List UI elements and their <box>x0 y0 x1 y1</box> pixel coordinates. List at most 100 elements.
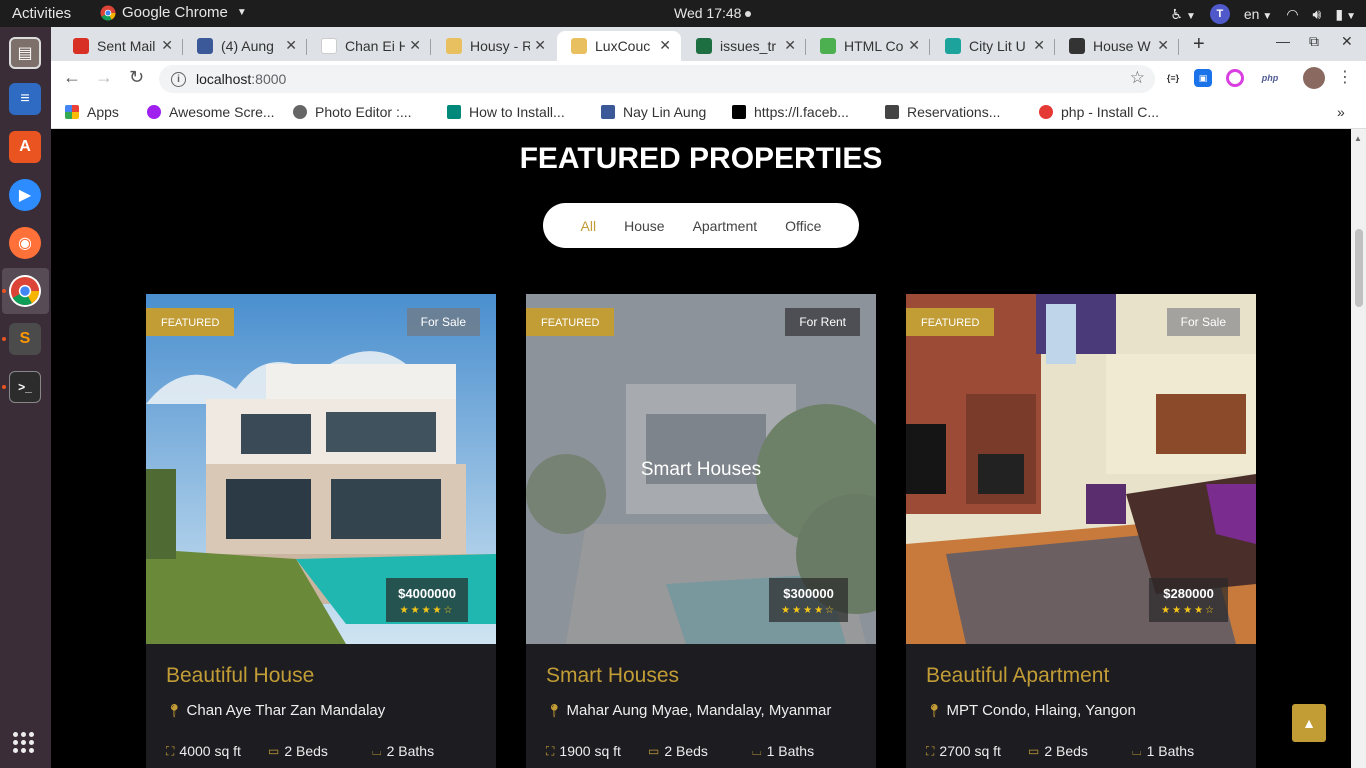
bookmark-3[interactable]: Photo Editor :... <box>293 104 412 120</box>
bookmark-7[interactable]: Reservations... <box>885 104 1000 120</box>
color-picker-icon[interactable] <box>1226 69 1244 87</box>
facebook-icon <box>601 105 615 119</box>
tab-7[interactable]: HTML Co ✕ <box>806 31 930 61</box>
minimize-button[interactable]: — <box>1276 33 1290 49</box>
bookmark-8[interactable]: php - Install C... <box>1039 104 1159 120</box>
area-icon: ⛶ <box>546 743 555 758</box>
photo-editor-icon <box>293 105 307 119</box>
scroll-to-top-button[interactable]: ▲ <box>1292 704 1326 742</box>
zoom-icon[interactable]: ▶ <box>9 179 41 211</box>
sublime-text-icon[interactable]: S <box>9 323 41 355</box>
close-tab-icon[interactable]: ✕ <box>161 37 173 54</box>
property-beds: ▭ 2 Beds <box>1028 743 1088 759</box>
bookmark-star-icon[interactable]: ☆ <box>1130 68 1145 88</box>
filter-all[interactable]: All <box>581 218 597 234</box>
close-tab-icon[interactable]: ✕ <box>285 37 297 54</box>
bookmark-5[interactable]: Nay Lin Aung <box>601 104 706 120</box>
volume-icon[interactable]: 🔊︎ <box>1313 6 1322 23</box>
page-scrollbar[interactable]: ▲ <box>1351 129 1366 768</box>
language-label: en <box>1243 6 1260 22</box>
files-icon[interactable]: ▤ <box>9 37 41 69</box>
software-center-icon[interactable]: A <box>9 131 41 163</box>
chrome-dock-icon[interactable] <box>9 275 41 307</box>
property-card[interactable]: FEATURED For Sale $280000 ★★★★☆ Beautiful Ap… <box>906 294 1256 768</box>
tab-title: HTML Co <box>844 38 904 54</box>
text-editor-icon[interactable]: ≡ <box>9 83 41 115</box>
tab-5[interactable]: LuxCouc ✕ <box>557 31 681 61</box>
bookmark-label: php - Install C... <box>1061 104 1160 120</box>
scroll-up-arrow-icon[interactable]: ▲ <box>1354 134 1362 143</box>
bookmark-4[interactable]: How to Install... <box>447 104 565 120</box>
property-name[interactable]: Smart Houses <box>546 664 679 688</box>
system-tray[interactable]: ♿ ▼ T en ▼ ◠ 🔊︎ ▮ ▼ <box>1170 4 1356 24</box>
scrollbar-thumb[interactable] <box>1355 229 1363 307</box>
bookmark-label: Apps <box>87 104 119 120</box>
bookmark-6[interactable]: https://l.faceb... <box>732 104 849 120</box>
property-baths: ⌴ 2 Baths <box>372 743 434 759</box>
activities-button[interactable]: Activities <box>12 5 71 22</box>
property-beds: ▭ 2 Beds <box>648 743 708 759</box>
teams-icon[interactable]: T <box>1209 4 1230 24</box>
property-price: $4000000 <box>398 586 456 601</box>
bookmark-2[interactable]: Awesome Scre... <box>147 104 275 120</box>
battery-icon[interactable]: ▮ ▼ <box>1335 6 1356 23</box>
tab-6[interactable]: issues_tr ✕ <box>682 31 806 61</box>
more-bookmarks-icon[interactable]: » <box>1337 104 1345 120</box>
tab-separator <box>1178 39 1179 55</box>
bookmark-label: Reservations... <box>907 104 1001 120</box>
property-beds: ▭ 2 Beds <box>268 743 328 759</box>
tab-9[interactable]: House W ✕ <box>1055 31 1179 61</box>
close-window-button[interactable]: ✕ <box>1341 33 1353 50</box>
close-tab-icon[interactable]: ✕ <box>908 37 920 54</box>
clock[interactable]: Wed 17:48 <box>674 5 752 21</box>
info-icon[interactable]: i <box>171 71 186 87</box>
tab-title: Sent Mail <box>97 38 156 54</box>
property-card[interactable]: FEATURED For Rent Smart Houses $300000 ★★★★☆… <box>526 294 876 768</box>
property-area: ⛶ 1900 sq ft <box>546 743 621 759</box>
close-tab-icon[interactable]: ✕ <box>534 37 546 54</box>
extension-icon[interactable]: ▣ <box>1194 69 1212 87</box>
language-indicator[interactable]: en ▼ <box>1244 6 1272 22</box>
close-tab-icon[interactable]: ✕ <box>409 37 421 54</box>
wifi-icon[interactable]: ◠ <box>1286 6 1298 23</box>
new-tab-button[interactable]: + <box>1193 33 1205 56</box>
menu-icon[interactable]: ⋮ <box>1337 67 1353 87</box>
tab-4[interactable]: Housy - R ✕ <box>432 31 556 61</box>
facebook-icon <box>197 38 213 54</box>
map-marker-icon: 📍︎ <box>926 702 943 718</box>
restore-button[interactable]: ⧉ <box>1309 33 1319 50</box>
close-tab-icon[interactable]: ✕ <box>1157 37 1169 54</box>
back-button[interactable]: ← <box>63 67 81 88</box>
close-tab-icon[interactable]: ✕ <box>784 37 796 54</box>
terminal-icon[interactable]: >_ <box>9 371 41 403</box>
filter-office[interactable]: Office <box>785 218 821 234</box>
tab-2[interactable]: (4) Aung ✕ <box>183 31 307 61</box>
tab-1[interactable]: Sent Mail ✕ <box>59 31 183 61</box>
firefox-icon[interactable]: ◉ <box>9 227 41 259</box>
php-icon[interactable]: php <box>1257 69 1283 87</box>
tab-8[interactable]: City Lit U ✕ <box>931 31 1055 61</box>
address-bar[interactable]: i localhost:8000 ☆ <box>159 65 1155 93</box>
show-applications-icon[interactable] <box>13 732 34 753</box>
close-tab-icon[interactable]: ✕ <box>1033 37 1045 54</box>
json-viewer-icon[interactable]: {≡} <box>1164 69 1182 87</box>
citylit-icon <box>945 38 961 54</box>
filter-house[interactable]: House <box>624 218 664 234</box>
forward-button[interactable]: → <box>95 67 113 88</box>
tab-3[interactable]: Chan Ei H ✕ <box>307 31 431 61</box>
clock-text: Wed 17:48 <box>674 5 742 21</box>
bookmark-1[interactable]: Apps <box>65 104 119 120</box>
property-name[interactable]: Beautiful House <box>166 664 314 688</box>
accessibility-icon[interactable]: ♿ ▼ <box>1170 6 1195 23</box>
profile-avatar[interactable] <box>1303 67 1325 89</box>
property-name[interactable]: Beautiful Apartment <box>926 664 1109 688</box>
blank-page-icon <box>321 38 337 54</box>
area-icon: ⛶ <box>166 743 175 758</box>
app-menu[interactable]: Google Chrome ▼ <box>100 4 247 21</box>
bookmark-label: How to Install... <box>469 104 565 120</box>
filter-apartment[interactable]: Apartment <box>693 218 758 234</box>
reload-button[interactable]: ↻ <box>129 67 144 88</box>
property-card[interactable]: FEATURED For Sale $4000000 ★★★★☆ Beautiful H… <box>146 294 496 768</box>
close-tab-icon[interactable]: ✕ <box>659 37 671 54</box>
map-marker-icon: 📍︎ <box>166 702 183 718</box>
